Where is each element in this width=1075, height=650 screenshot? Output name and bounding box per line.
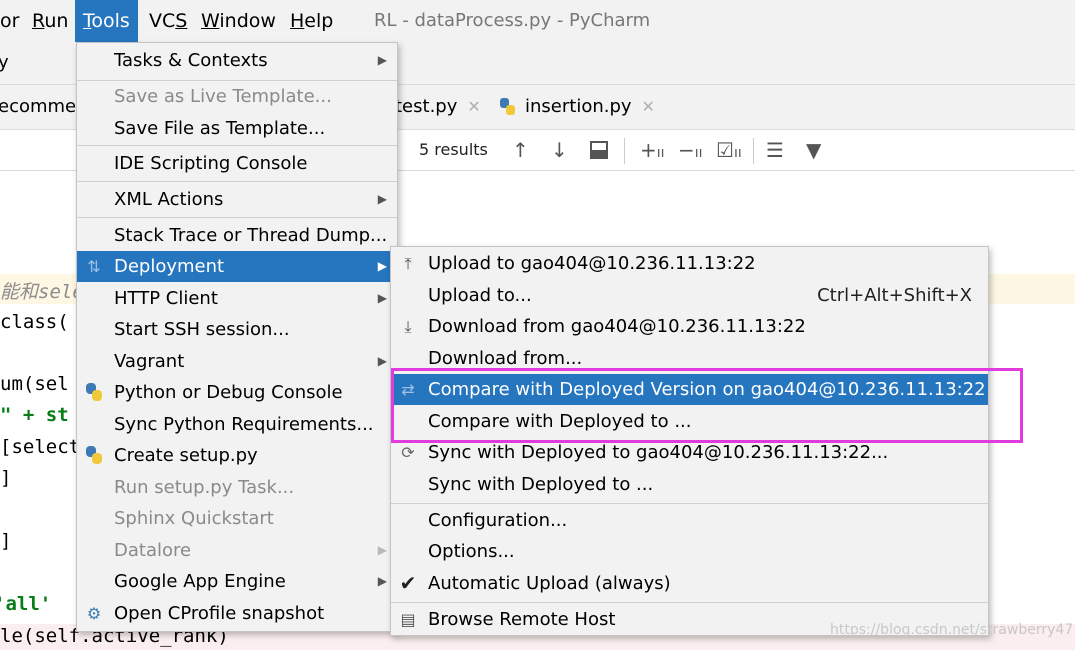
menu-item-start-ssh[interactable]: Start SSH session... [77, 314, 397, 345]
find-results-count: 5 results [419, 140, 488, 159]
menu-item-run-setup-task[interactable]: Run setup.py Task... [77, 472, 397, 503]
menu-item-datalore[interactable]: Datalore ▶ [77, 535, 397, 566]
menu-item-create-setup[interactable]: Create setup.py [77, 440, 397, 471]
menu-item-save-file-template[interactable]: Save File as Template... [77, 113, 397, 144]
menu-item-configuration[interactable]: Configuration... [391, 505, 988, 536]
code-line: um(sel [0, 373, 69, 395]
menu-help[interactable]: Help [282, 0, 341, 42]
menu-item-sync-python-requirements[interactable]: Sync Python Requirements... [77, 409, 397, 440]
menu-item-http-client[interactable]: HTTP Client ▶ [77, 283, 397, 314]
menu-item-sphinx-quickstart[interactable]: Sphinx Quickstart [77, 503, 397, 534]
menu-item-options[interactable]: Options... [391, 536, 988, 567]
download-icon: ⤓ [404, 317, 412, 336]
code-line: [select [0, 436, 81, 458]
menu-item-automatic-upload[interactable]: ✔ Automatic Upload (always) [391, 568, 988, 599]
submenu-arrow-icon: ▶ [377, 354, 387, 368]
menu-item-vagrant[interactable]: Vagrant ▶ [77, 346, 397, 377]
code-line: 'all' [0, 593, 52, 615]
watermark: https://blog.csdn.net/strawberry47 [830, 622, 1074, 638]
submenu-arrow-icon: ▶ [377, 192, 387, 206]
annotation-highlight-box [391, 368, 1023, 443]
submenu-arrow-icon: ▶ [377, 574, 387, 588]
select-all-checkbox-icon[interactable]: ☑ıı [716, 130, 742, 170]
menu-item-open-cprofile[interactable]: ⚙ Open CProfile snapshot [77, 598, 397, 629]
next-occurrence-icon[interactable]: ↓ [551, 130, 568, 170]
menu-run[interactable]: Run [24, 0, 76, 42]
filter-lines-icon[interactable]: ☰ [766, 130, 784, 170]
add-selection-icon[interactable]: +ıı [640, 130, 665, 170]
menu-item-upload-to[interactable]: Upload to... Ctrl+Alt+Shift+X [391, 280, 988, 311]
menu-tools[interactable]: Tools [75, 0, 138, 42]
tab-test[interactable]: test.py ✕ [395, 85, 481, 129]
deployment-icon: ⇅ [87, 257, 101, 276]
submenu-arrow-icon: ▶ [377, 259, 387, 273]
menu-item-xml-actions[interactable]: XML Actions ▶ [77, 184, 397, 215]
menu-separator [391, 602, 988, 603]
menu-item-save-live-template[interactable]: Save as Live Template... [77, 81, 397, 112]
close-icon[interactable]: ✕ [467, 97, 480, 116]
upload-icon: ⤒ [404, 254, 412, 273]
select-all-occurrences-icon[interactable] [590, 130, 608, 170]
previous-occurrence-icon[interactable]: ↑ [512, 130, 529, 170]
tab-insertion[interactable]: insertion.py ✕ [498, 85, 655, 129]
menu-item-sync-deployed-to[interactable]: Sync with Deployed to ... [391, 469, 988, 500]
menu-item-download-from-default[interactable]: ⤓ Download from gao404@10.236.11.13:22 [391, 311, 988, 342]
toolbar-separator [753, 138, 754, 164]
submenu-arrow-icon: ▶ [377, 291, 387, 305]
code-line: " + st [0, 404, 69, 426]
submenu-arrow-icon: ▶ [377, 53, 387, 67]
menu-item-upload-to-default[interactable]: ⤒ Upload to gao404@10.236.11.13:22 [391, 248, 988, 279]
code-line: ] [0, 530, 12, 552]
menu-item-python-console[interactable]: Python or Debug Console [77, 377, 397, 408]
checkmark-icon: ✔ [399, 571, 417, 595]
python-file-icon [86, 446, 102, 464]
filter-icon[interactable]: ▼ [806, 130, 821, 170]
code-line: ] [0, 467, 12, 489]
profiler-icon: ⚙ [86, 604, 102, 623]
tab-recommend[interactable]: ecomme [0, 85, 76, 129]
remote-host-icon: ▤ [400, 610, 416, 629]
submenu-arrow-icon: ▶ [377, 543, 387, 557]
code-line: 能和sele [0, 281, 84, 303]
code-line: class( [0, 311, 69, 333]
window-title: RL - dataProcess.py - PyCharm [374, 10, 651, 31]
menu-item-tasks-contexts[interactable]: Tasks & Contexts ▶ [77, 45, 397, 76]
menu-item-deployment[interactable]: ⇅ Deployment ▶ [77, 251, 397, 282]
menu-separator [77, 217, 397, 218]
menu-item-google-app-engine[interactable]: Google App Engine ▶ [77, 566, 397, 597]
tools-menu: Tasks & Contexts ▶ Save as Live Template.… [76, 42, 398, 632]
menu-bar: or Run Tools VCS Window Help RL - dataPr… [0, 0, 1075, 42]
toolbar-separator [624, 138, 625, 164]
close-icon[interactable]: ✕ [642, 97, 655, 116]
shortcut-label: Ctrl+Alt+Shift+X [817, 285, 972, 306]
menu-separator [77, 145, 397, 146]
menu-separator [77, 181, 397, 182]
menu-run-mnemonic: R [32, 10, 45, 32]
breadcrumb[interactable]: y [0, 42, 9, 84]
menu-item-stack-trace[interactable]: Stack Trace or Thread Dump... [77, 220, 397, 251]
menu-item-ide-scripting-console[interactable]: IDE Scripting Console [77, 148, 397, 179]
python-icon [86, 383, 102, 401]
remove-selection-icon[interactable]: −ıı [678, 130, 703, 170]
python-file-icon [500, 98, 515, 115]
menu-window[interactable]: Window [193, 0, 284, 42]
menu-separator [391, 503, 988, 504]
menu-vcs[interactable]: VCS [141, 0, 195, 42]
